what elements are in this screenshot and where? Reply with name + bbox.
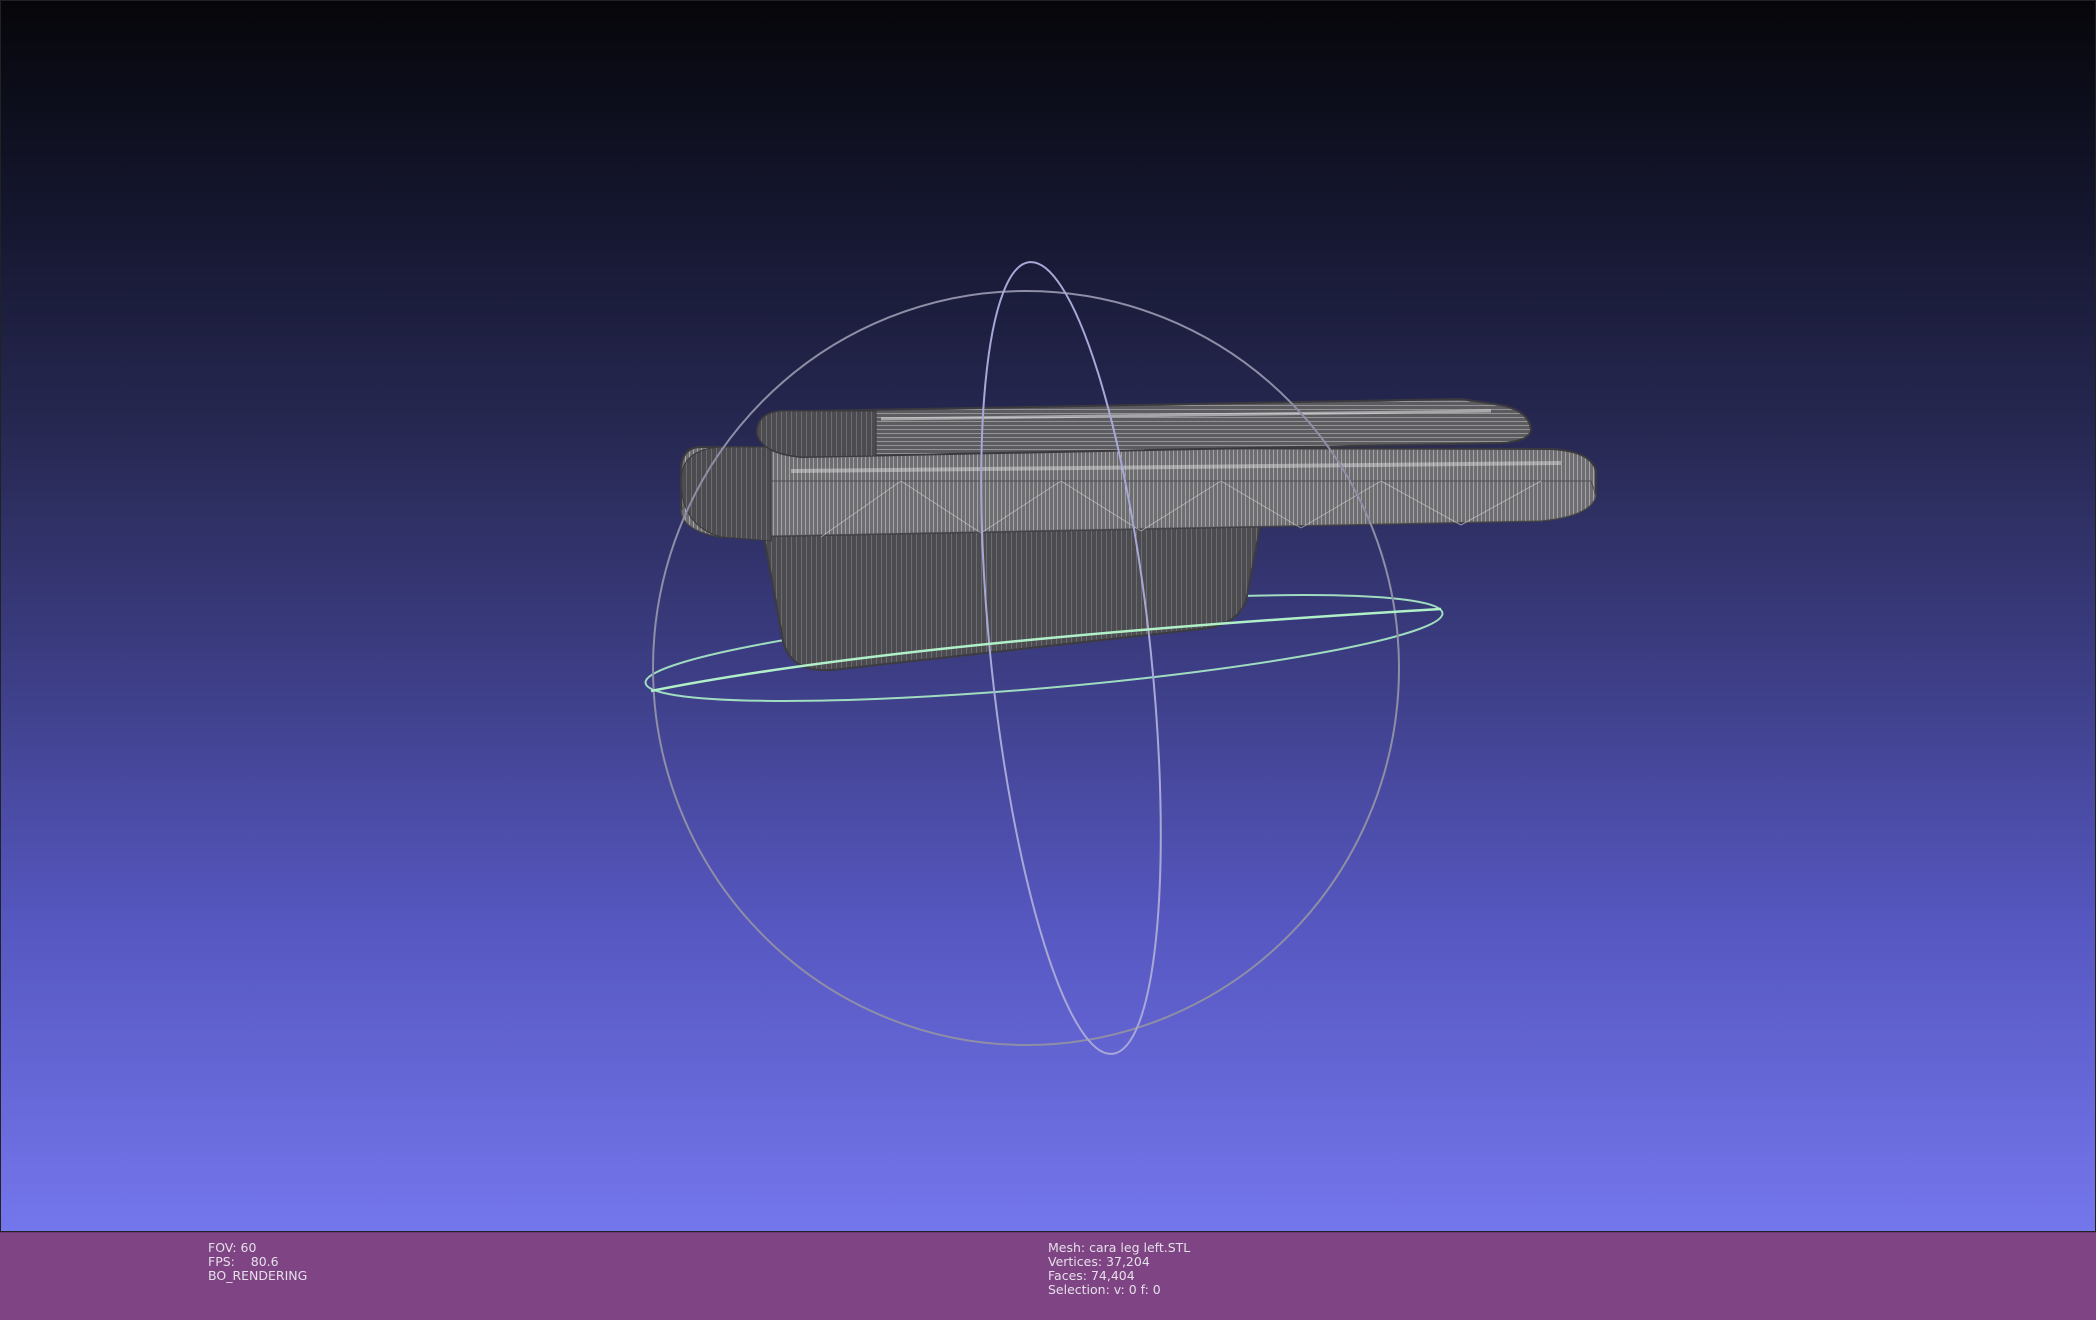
mesh-upper-left-cap <box>756 410 877 458</box>
mesh-lower-hull <box>759 520 1263 672</box>
status-info-bar: FOV: 60 FPS: 80.6 BO_RENDERING Mesh: car… <box>0 1232 2096 1320</box>
vertices-label: Vertices: 37,204 <box>1048 1254 1150 1269</box>
render-info: FOV: 60 FPS: 80.6 BO_RENDERING <box>208 1241 307 1283</box>
fps-label: FPS: 80.6 <box>208 1254 279 1269</box>
render-mode-label: BO_RENDERING <box>208 1268 308 1283</box>
fov-label: FOV: 60 <box>208 1240 257 1255</box>
mesh-slab-band <box>680 480 1597 538</box>
3d-viewport[interactable] <box>0 0 2096 1232</box>
trackball-vertical-ring <box>980 261 1162 1055</box>
selection-label: Selection: v: 0 f: 0 <box>1048 1282 1161 1297</box>
mesh-info: Mesh: cara leg left.STL Vertices: 37,204… <box>1048 1241 1190 1297</box>
scene-canvas[interactable] <box>1 1 2096 1232</box>
faces-label: Faces: 74,404 <box>1048 1268 1135 1283</box>
mesh-name-label: Mesh: cara leg left.STL <box>1048 1240 1191 1255</box>
